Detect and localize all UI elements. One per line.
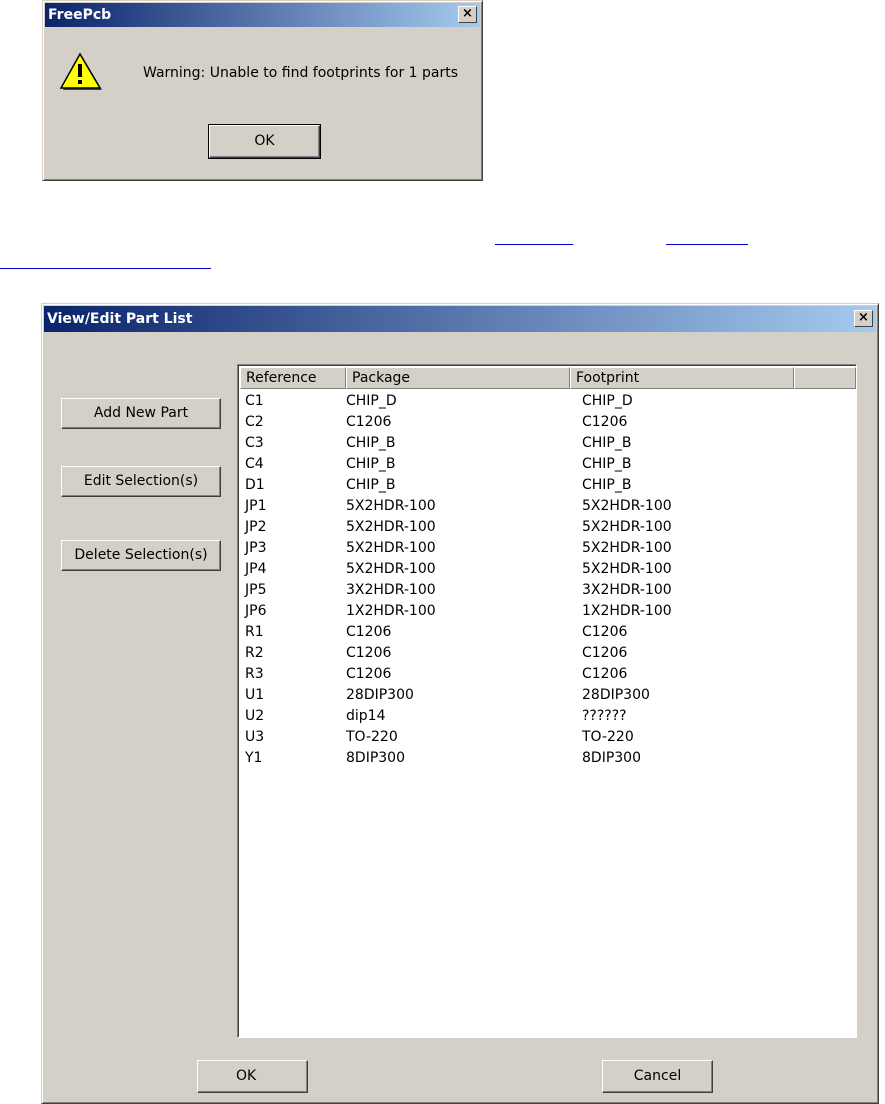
column-header-empty xyxy=(794,367,856,389)
close-icon[interactable]: × xyxy=(854,310,873,327)
cell-package: C1206 xyxy=(346,666,392,682)
cell-package: C1206 xyxy=(346,645,392,661)
table-row[interactable]: U1 28DIP300 28DIP300 xyxy=(238,685,848,706)
edit-selection-button[interactable]: Edit Selection(s) xyxy=(61,466,221,497)
table-row[interactable]: JP1 5X2HDR-100 5X2HDR-100 xyxy=(238,496,848,517)
cell-footprint: 5X2HDR-100 xyxy=(582,519,672,535)
table-row[interactable]: C1 CHIP_D CHIP_D xyxy=(238,391,848,412)
link-underline[interactable] xyxy=(0,268,211,269)
cell-footprint: C1206 xyxy=(582,624,628,640)
warning-dialog-title: FreePcb xyxy=(48,7,112,23)
cell-reference: C1 xyxy=(245,393,264,409)
cell-reference: JP5 xyxy=(245,582,267,598)
cell-package: 3X2HDR-100 xyxy=(346,582,436,598)
table-row[interactable]: R2 C1206 C1206 xyxy=(238,643,848,664)
cell-footprint: CHIP_B xyxy=(582,456,632,472)
cell-package: CHIP_D xyxy=(346,393,397,409)
cell-reference: R1 xyxy=(245,624,264,640)
cell-footprint: 1X2HDR-100 xyxy=(582,603,672,619)
cell-footprint: TO-220 xyxy=(582,729,634,745)
warning-icon xyxy=(59,51,103,91)
column-header-package[interactable]: Package xyxy=(346,367,570,389)
part-list-titlebar[interactable]: View/Edit Part List × xyxy=(44,306,876,332)
part-list-title: View/Edit Part List xyxy=(47,311,193,327)
cell-package: 5X2HDR-100 xyxy=(346,519,436,535)
cell-package: 5X2HDR-100 xyxy=(346,498,436,514)
table-row[interactable]: C3 CHIP_B CHIP_B xyxy=(238,433,848,454)
cell-package: dip14 xyxy=(346,708,386,724)
cell-package: 5X2HDR-100 xyxy=(346,540,436,556)
ok-button[interactable]: OK xyxy=(208,124,321,159)
cell-reference: U2 xyxy=(245,708,265,724)
ok-button[interactable]: OK xyxy=(197,1060,308,1093)
cell-footprint: 3X2HDR-100 xyxy=(582,582,672,598)
cell-reference: R2 xyxy=(245,645,264,661)
cell-package: 5X2HDR-100 xyxy=(346,561,436,577)
table-row[interactable]: JP4 5X2HDR-100 5X2HDR-100 xyxy=(238,559,848,580)
cell-package: CHIP_B xyxy=(346,435,396,451)
cell-reference: U3 xyxy=(245,729,265,745)
cell-package: C1206 xyxy=(346,414,392,430)
table-row[interactable]: U2 dip14?????? xyxy=(238,706,848,727)
cell-footprint: 5X2HDR-100 xyxy=(582,561,672,577)
cell-footprint: 5X2HDR-100 xyxy=(582,498,672,514)
table-row[interactable]: C4 CHIP_B CHIP_B xyxy=(238,454,848,475)
column-header-reference[interactable]: Reference xyxy=(240,367,346,389)
cell-package: 1X2HDR-100 xyxy=(346,603,436,619)
cell-footprint: C1206 xyxy=(582,666,628,682)
cell-reference: C3 xyxy=(245,435,264,451)
cell-reference: JP1 xyxy=(245,498,267,514)
cell-footprint: ?????? xyxy=(582,708,627,724)
cell-reference: JP6 xyxy=(245,603,267,619)
cell-reference: C2 xyxy=(245,414,264,430)
table-row[interactable]: R3 C1206 C1206 xyxy=(238,664,848,685)
cell-footprint: CHIP_D xyxy=(582,393,633,409)
cell-footprint: 28DIP300 xyxy=(582,687,650,703)
table-row[interactable]: JP6 1X2HDR-100 1X2HDR-100 xyxy=(238,601,848,622)
cell-reference: JP2 xyxy=(245,519,267,535)
cell-reference: R3 xyxy=(245,666,264,682)
cell-footprint: C1206 xyxy=(582,414,628,430)
cell-reference: JP4 xyxy=(245,561,267,577)
cell-reference: Y1 xyxy=(245,750,263,766)
cell-footprint: 8DIP300 xyxy=(582,750,641,766)
close-icon[interactable]: × xyxy=(458,6,477,23)
cell-reference: U1 xyxy=(245,687,265,703)
cell-package: CHIP_B xyxy=(346,477,396,493)
part-list-dialog: View/Edit Part List × Add New Part Edit … xyxy=(41,303,879,1104)
table-row[interactable]: U3 TO-220 TO-220 xyxy=(238,727,848,748)
cell-reference: C4 xyxy=(245,456,264,472)
link-underline[interactable] xyxy=(495,244,573,245)
table-row[interactable]: JP5 3X2HDR-100 3X2HDR-100 xyxy=(238,580,848,601)
table-row[interactable]: D1 CHIP_B CHIP_B xyxy=(238,475,848,496)
warning-dialog: FreePcb × Warning: Unable to find footpr… xyxy=(42,0,483,181)
link-underline[interactable] xyxy=(666,244,748,245)
table-row[interactable]: R1 C1206 C1206 xyxy=(238,622,848,643)
cell-reference: JP3 xyxy=(245,540,267,556)
warning-dialog-titlebar[interactable]: FreePcb × xyxy=(45,3,480,27)
delete-selection-button[interactable]: Delete Selection(s) xyxy=(61,540,221,571)
table-row[interactable]: JP3 5X2HDR-100 5X2HDR-100 xyxy=(238,538,848,559)
table-row[interactable]: C2 C1206 C1206 xyxy=(238,412,848,433)
cell-footprint: CHIP_B xyxy=(582,477,632,493)
cell-reference: D1 xyxy=(245,477,265,493)
cell-package: 8DIP300 xyxy=(346,750,405,766)
cell-package: 28DIP300 xyxy=(346,687,414,703)
cell-package: CHIP_B xyxy=(346,456,396,472)
cell-footprint: C1206 xyxy=(582,645,628,661)
warning-message: Warning: Unable to find footprints for 1… xyxy=(143,65,459,81)
add-new-part-button[interactable]: Add New Part xyxy=(61,398,221,429)
part-list-table[interactable]: Reference Package Footprint C1 CHIP_D CHIP… xyxy=(237,364,857,1038)
table-row[interactable]: JP2 5X2HDR-100 5X2HDR-100 xyxy=(238,517,848,538)
cell-footprint: 5X2HDR-100 xyxy=(582,540,672,556)
table-row[interactable]: Y1 8DIP300 8DIP300 xyxy=(238,748,848,769)
cell-package: C1206 xyxy=(346,624,392,640)
cell-package: TO-220 xyxy=(346,729,398,745)
column-header-footprint[interactable]: Footprint xyxy=(570,367,794,389)
cell-footprint: CHIP_B xyxy=(582,435,632,451)
cancel-button[interactable]: Cancel xyxy=(602,1060,713,1093)
